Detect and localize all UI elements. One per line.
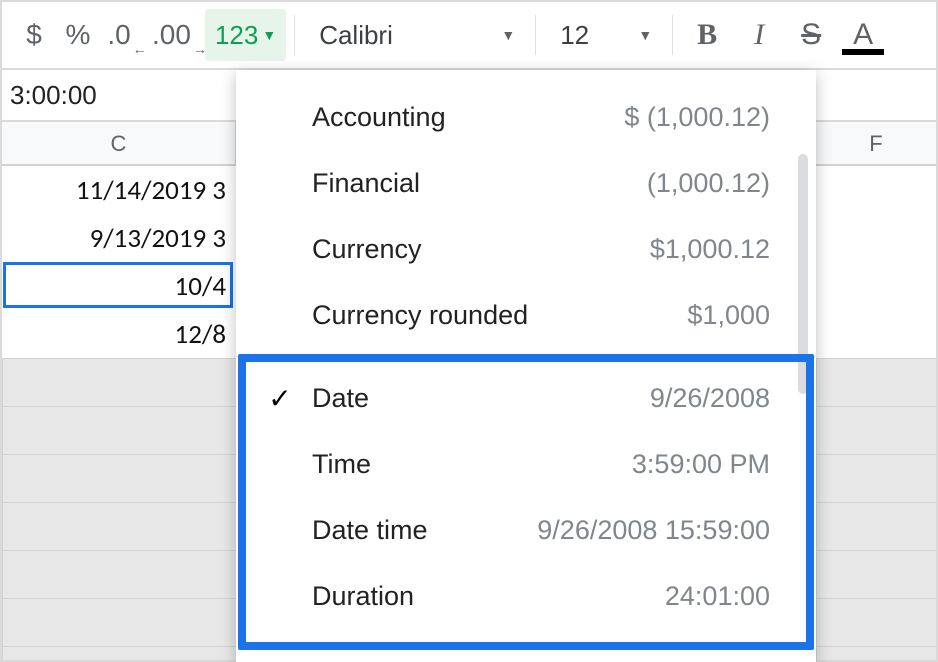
format-option-example: $ (1,000.12) bbox=[624, 102, 770, 133]
format-option-accounting[interactable]: Accounting $ (1,000.12) bbox=[236, 84, 816, 150]
format-option-label: Date time bbox=[312, 515, 428, 546]
format-option-example: $1,000 bbox=[687, 300, 770, 331]
cell[interactable]: 11/14/2019 3 bbox=[2, 166, 236, 214]
italic-icon: I bbox=[754, 18, 764, 52]
column-header-f[interactable]: F bbox=[816, 122, 936, 166]
cell[interactable] bbox=[816, 214, 936, 262]
italic-button[interactable]: I bbox=[733, 9, 785, 61]
format-option-label: Time bbox=[312, 449, 371, 480]
app-window: $ % .0← .00→ 123 ▼ Calibri ▼ 12 ▼ B I S … bbox=[0, 0, 938, 662]
cell[interactable] bbox=[816, 310, 936, 358]
toolbar-separator bbox=[672, 15, 673, 55]
format-option-label: Currency bbox=[312, 234, 422, 265]
font-size-dropdown[interactable]: 12 ▼ bbox=[544, 9, 664, 61]
format-option-example: $1,000.12 bbox=[650, 234, 770, 265]
cell[interactable]: 9/13/2019 3 bbox=[2, 214, 236, 262]
percent-icon: % bbox=[66, 19, 91, 51]
format-option-label: Currency rounded bbox=[312, 300, 528, 331]
bold-button[interactable]: B bbox=[681, 9, 733, 61]
text-color-icon: A bbox=[853, 18, 873, 52]
format-option-label: Accounting bbox=[312, 102, 446, 133]
font-family-dropdown[interactable]: Calibri ▼ bbox=[303, 9, 527, 61]
more-formats-button[interactable]: 123 ▼ bbox=[205, 9, 286, 61]
cell[interactable] bbox=[816, 262, 936, 310]
cell[interactable] bbox=[816, 166, 936, 214]
dollar-icon: $ bbox=[26, 19, 42, 51]
format-option-label: Date bbox=[312, 383, 369, 414]
increase-decimal-icon: .00→ bbox=[152, 19, 205, 51]
increase-decimal-button[interactable]: .00→ bbox=[152, 9, 205, 61]
format-option-financial[interactable]: Financial (1,000.12) bbox=[236, 150, 816, 216]
font-family-value: Calibri bbox=[319, 20, 393, 51]
strikethrough-icon: S bbox=[801, 18, 821, 52]
format-option-example: 24:01:00 bbox=[665, 581, 770, 612]
toolbar-separator bbox=[294, 15, 295, 55]
more-formats-label: 123 bbox=[215, 20, 258, 51]
caret-down-icon: ▼ bbox=[262, 27, 276, 43]
format-option-label: Financial bbox=[312, 168, 420, 199]
format-option-example: (1,000.12) bbox=[647, 168, 770, 199]
format-option-example: 9/26/2008 bbox=[650, 383, 770, 414]
caret-down-icon: ▼ bbox=[501, 27, 515, 43]
formula-bar-value: 3:00:00 bbox=[10, 80, 97, 111]
text-color-button[interactable]: A bbox=[837, 9, 889, 61]
format-option-currency[interactable]: Currency $1,000.12 bbox=[236, 216, 816, 282]
format-option-datetime[interactable]: Date time 9/26/2008 15:59:00 bbox=[236, 497, 816, 563]
decrease-decimal-icon: .0← bbox=[107, 19, 144, 51]
number-format-menu: Accounting $ (1,000.12) Financial (1,000… bbox=[236, 70, 816, 662]
menu-divider bbox=[236, 356, 816, 357]
menu-scrollbar[interactable] bbox=[798, 154, 808, 394]
format-percent-button[interactable]: % bbox=[56, 9, 100, 61]
format-option-label: Duration bbox=[312, 581, 414, 612]
check-icon: ✓ bbox=[264, 382, 296, 415]
format-option-example: 3:59:00 PM bbox=[632, 449, 770, 480]
format-currency-button[interactable]: $ bbox=[12, 9, 56, 61]
caret-down-icon: ▼ bbox=[638, 27, 652, 43]
cell-selection bbox=[3, 262, 233, 308]
font-size-value: 12 bbox=[560, 20, 589, 51]
cell[interactable]: 12/8 bbox=[2, 310, 236, 358]
format-option-duration[interactable]: Duration 24:01:00 bbox=[236, 563, 816, 629]
format-option-date[interactable]: ✓ Date 9/26/2008 bbox=[236, 365, 816, 431]
toolbar: $ % .0← .00→ 123 ▼ Calibri ▼ 12 ▼ B I S … bbox=[2, 2, 936, 70]
text-color-underline bbox=[842, 49, 884, 55]
format-option-currency-rounded[interactable]: Currency rounded $1,000 bbox=[236, 282, 816, 348]
strikethrough-button[interactable]: S bbox=[785, 9, 837, 61]
bold-icon: B bbox=[697, 18, 717, 52]
format-option-example: 9/26/2008 15:59:00 bbox=[537, 515, 770, 546]
toolbar-separator bbox=[535, 15, 536, 55]
decrease-decimal-button[interactable]: .0← bbox=[100, 9, 152, 61]
column-header-c[interactable]: C bbox=[2, 122, 236, 166]
format-option-time[interactable]: Time 3:59:00 PM bbox=[236, 431, 816, 497]
